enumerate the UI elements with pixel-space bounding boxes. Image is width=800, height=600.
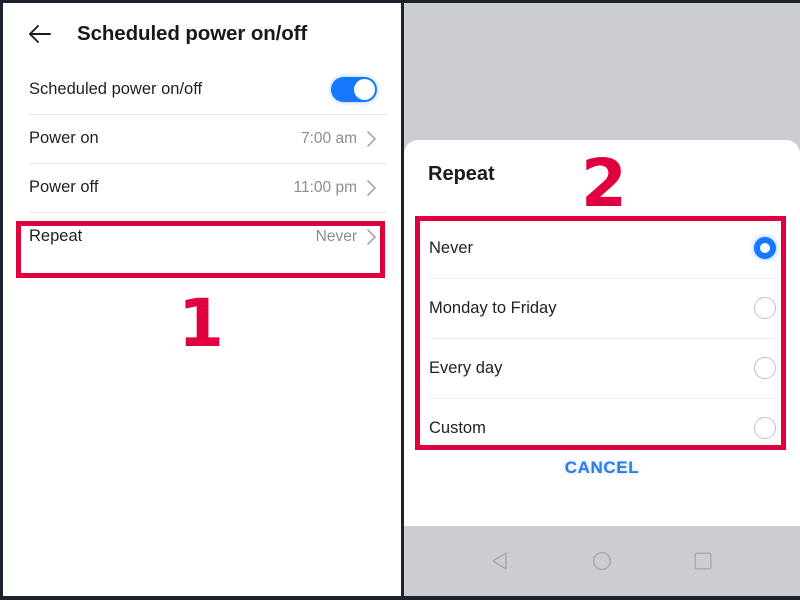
right-dialog-screen: Repeat Never Monday to Friday Every day … (404, 3, 800, 596)
settings-list: Scheduled power on/off Power on 7:00 am … (3, 65, 401, 261)
option-label-every-day: Every day (429, 358, 503, 377)
nav-back-triangle-icon[interactable] (490, 550, 512, 572)
chevron-right-icon (367, 228, 376, 245)
row-value-power-on: 7:00 am (300, 129, 357, 147)
dialog-title: Repeat (428, 163, 495, 185)
option-row-every-day[interactable]: Every day (404, 338, 800, 398)
chevron-right-icon (367, 130, 376, 147)
option-row-custom[interactable]: Custom (404, 398, 800, 458)
android-navigation-bar (404, 526, 800, 596)
screenshot-root: Scheduled power on/off Scheduled power o… (0, 0, 800, 600)
option-row-never[interactable]: Never (404, 218, 800, 278)
chevron-right-icon (367, 179, 376, 196)
row-value-repeat: Never (315, 227, 357, 245)
radio-every-day[interactable] (754, 357, 776, 379)
radio-never-selected[interactable] (754, 237, 776, 259)
option-label-monday-to-friday: Monday to Friday (429, 298, 557, 317)
page-title: Scheduled power on/off (77, 22, 308, 45)
nav-home-circle-icon[interactable] (591, 550, 613, 572)
row-power-off[interactable]: Power off 11:00 pm (3, 163, 401, 212)
annotation-step-1: 1 (178, 285, 224, 362)
row-label-repeat: Repeat (29, 227, 83, 245)
row-scheduled-power-toggle[interactable]: Scheduled power on/off (3, 65, 401, 114)
toggle-knob (354, 79, 375, 100)
back-arrow-icon[interactable] (27, 21, 53, 47)
row-power-on[interactable]: Power on 7:00 am (3, 114, 401, 163)
annotation-step-2: 2 (581, 145, 627, 222)
option-label-custom: Custom (429, 418, 486, 437)
option-label-never: Never (429, 238, 474, 257)
radio-custom[interactable] (754, 417, 776, 439)
repeat-options-list: Never Monday to Friday Every day Custom (404, 218, 800, 458)
row-value-power-off: 11:00 pm (293, 178, 357, 196)
row-label-power-on: Power on (29, 129, 99, 147)
row-label-scheduled-power: Scheduled power on/off (29, 80, 203, 98)
scheduled-power-toggle-switch[interactable] (331, 77, 377, 102)
option-row-monday-to-friday[interactable]: Monday to Friday (404, 278, 800, 338)
radio-monday-to-friday[interactable] (754, 297, 776, 319)
nav-recents-square-icon[interactable] (692, 550, 714, 572)
row-repeat[interactable]: Repeat Never (3, 212, 401, 261)
cancel-button[interactable]: CANCEL (404, 458, 800, 478)
app-header: Scheduled power on/off (3, 3, 401, 65)
row-label-power-off: Power off (29, 178, 99, 196)
